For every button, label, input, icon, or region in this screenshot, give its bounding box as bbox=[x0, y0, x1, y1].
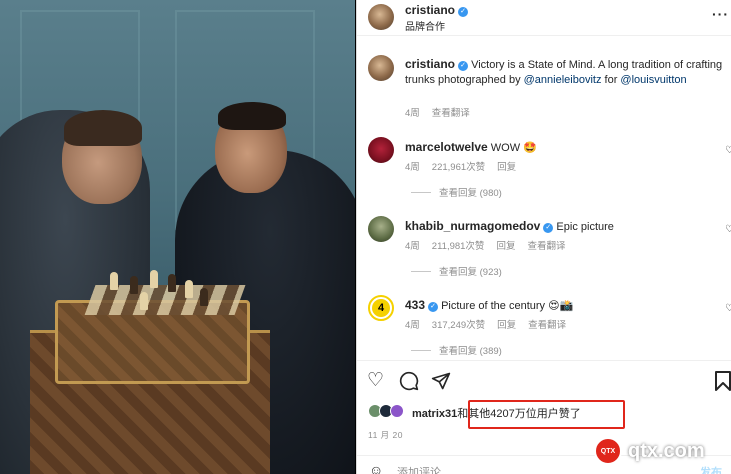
comment-likes[interactable]: 221,961次赞 bbox=[432, 162, 485, 173]
comment-item: marcelotwelve WOW 🤩 4周 221,961次赞 回复 查看回复 (… bbox=[368, 137, 731, 215]
paid-partnership-label[interactable]: 品牌合作 bbox=[405, 18, 445, 33]
comment-likes[interactable]: 211,981次赞 bbox=[432, 241, 485, 252]
post-header: cristiano ✓ 品牌合作 ··· bbox=[357, 0, 731, 36]
comment-text: WOW 🤩 bbox=[490, 142, 537, 154]
caption-meta: 4周 查看翻译 bbox=[405, 105, 482, 119]
comment-line: 433 ✓ Picture of the century 😍📸 bbox=[405, 298, 573, 312]
view-replies-button[interactable]: 查看回复 (923) bbox=[411, 264, 502, 278]
liker-username[interactable]: matrix31 bbox=[412, 408, 457, 420]
comment-input[interactable]: 添加评论…… bbox=[397, 464, 463, 474]
reply-button[interactable]: 回复 bbox=[496, 241, 515, 252]
commenter-avatar[interactable] bbox=[368, 216, 394, 242]
commenter-username[interactable]: 433 bbox=[405, 298, 425, 312]
caption-text: cristiano ✓ Victory is a State of Mind. A… bbox=[405, 57, 723, 86]
comment-text: Picture of the century 😍📸 bbox=[441, 300, 574, 312]
author-avatar[interactable] bbox=[368, 4, 394, 30]
post-panel: cristiano ✓ 品牌合作 ··· cristiano ✓ Victory i… bbox=[356, 0, 731, 474]
post-date[interactable]: 11 月 20 bbox=[368, 429, 403, 441]
view-replies-button[interactable]: 查看回复 (389) bbox=[411, 343, 502, 357]
caption-author-username[interactable]: cristiano bbox=[405, 57, 455, 71]
comment-icon[interactable] bbox=[399, 371, 419, 395]
comment-time[interactable]: 4周 bbox=[405, 320, 420, 331]
save-icon[interactable] bbox=[715, 371, 731, 395]
translate-link[interactable]: 查看翻译 bbox=[528, 320, 566, 331]
comment-item: khabib_nurmagomedov ✓ Epic picture 4周 211,… bbox=[368, 216, 731, 294]
chess-piece bbox=[150, 270, 158, 288]
mention-link[interactable]: @louisvuitton bbox=[620, 74, 686, 86]
action-bar: ♡ bbox=[357, 360, 731, 400]
reply-button[interactable]: 回复 bbox=[497, 162, 516, 173]
player-right-hair bbox=[218, 102, 286, 130]
comment-meta: 4周 317,249次赞 回复 查看翻译 bbox=[405, 317, 578, 331]
player-left-hair bbox=[64, 110, 142, 146]
commenter-username[interactable]: khabib_nurmagomedov bbox=[405, 219, 540, 233]
emoji-icon[interactable]: ☺ bbox=[369, 462, 383, 474]
comment-text: Epic picture bbox=[556, 221, 614, 233]
comment-line: khabib_nurmagomedov ✓ Epic picture bbox=[405, 219, 614, 233]
comment-time[interactable]: 4周 bbox=[405, 241, 420, 252]
translate-link[interactable]: 查看翻译 bbox=[432, 108, 470, 119]
verified-icon: ✓ bbox=[458, 61, 469, 71]
chess-piece bbox=[110, 272, 118, 290]
verified-icon: ✓ bbox=[428, 302, 439, 312]
commenter-username[interactable]: marcelotwelve bbox=[405, 140, 488, 154]
mention-link[interactable]: @annieleibovitz bbox=[524, 74, 602, 86]
caption-time[interactable]: 4周 bbox=[405, 108, 420, 119]
comment-meta: 4周 221,961次赞 回复 bbox=[405, 159, 528, 173]
comment-likes[interactable]: 317,249次赞 bbox=[432, 320, 485, 331]
chess-board bbox=[84, 285, 246, 315]
chess-piece bbox=[200, 288, 208, 306]
share-icon[interactable] bbox=[431, 371, 451, 395]
comment-time[interactable]: 4周 bbox=[405, 162, 420, 173]
like-icon[interactable]: ♡ bbox=[367, 371, 384, 390]
translate-link[interactable]: 查看翻译 bbox=[527, 241, 565, 252]
comment-line: marcelotwelve WOW 🤩 bbox=[405, 140, 537, 154]
watermark-logo-icon: QTX bbox=[594, 437, 622, 465]
chess-piece bbox=[168, 274, 176, 292]
heart-icon[interactable]: ♡ bbox=[725, 145, 731, 156]
more-options-icon[interactable]: ··· bbox=[712, 6, 729, 22]
watermark-text: qtx.com bbox=[628, 439, 705, 462]
author-username[interactable]: cristiano ✓ bbox=[405, 3, 469, 17]
highlight-box bbox=[468, 400, 625, 429]
heart-icon[interactable]: ♡ bbox=[725, 224, 731, 235]
commenter-avatar[interactable] bbox=[368, 137, 394, 163]
verified-icon: ✓ bbox=[458, 7, 469, 17]
comment-meta: 4周 211,981次赞 回复 查看翻译 bbox=[405, 238, 577, 252]
post-photo[interactable] bbox=[0, 0, 355, 474]
liker-avatar bbox=[390, 404, 404, 418]
reply-button[interactable]: 回复 bbox=[497, 320, 516, 331]
chess-piece bbox=[185, 280, 193, 298]
caption-author-avatar[interactable] bbox=[368, 55, 394, 81]
verified-icon: ✓ bbox=[543, 223, 554, 233]
chess-piece bbox=[130, 276, 138, 294]
view-replies-button[interactable]: 查看回复 (980) bbox=[411, 185, 502, 199]
site-watermark: QTX qtx.com bbox=[594, 436, 705, 466]
chess-piece bbox=[140, 292, 148, 310]
heart-icon[interactable]: ♡ bbox=[725, 303, 731, 314]
commenter-avatar[interactable]: 4 bbox=[368, 295, 394, 321]
